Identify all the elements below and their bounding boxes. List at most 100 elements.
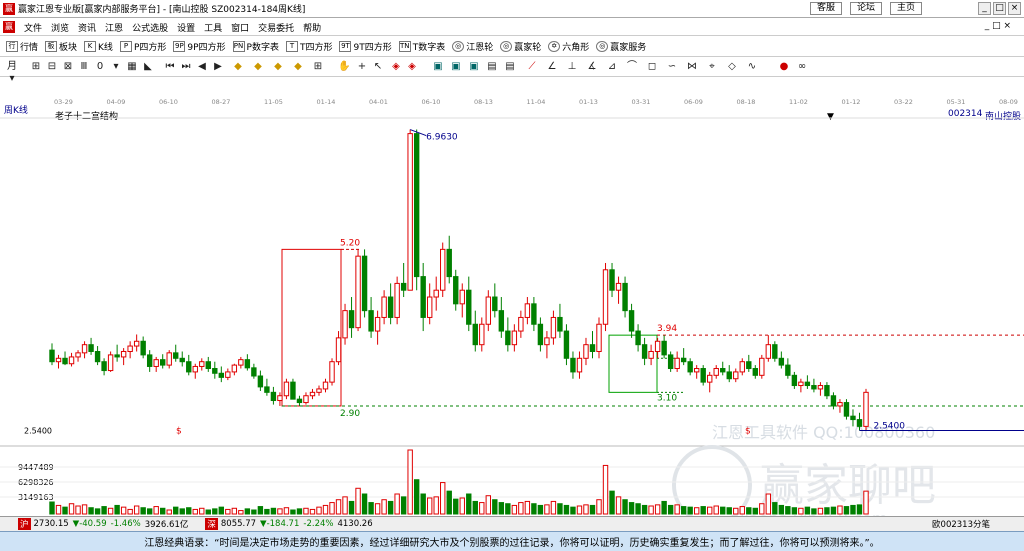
volume-bar (837, 505, 843, 515)
volume-bar (192, 508, 198, 515)
volume-bar (680, 506, 687, 515)
volume-bar (270, 507, 277, 515)
candle-body (205, 361, 211, 370)
volume-bar (335, 499, 342, 515)
candle-body (667, 354, 674, 370)
candle-body (785, 364, 791, 376)
volume-bar (674, 504, 680, 515)
candle-body (342, 310, 348, 339)
high-price-label: 6.9630 (426, 133, 458, 143)
volume-bar (283, 507, 290, 515)
volume-bar (68, 503, 75, 515)
volume-bar (81, 504, 88, 515)
candle-body (733, 371, 739, 380)
candle-body (49, 349, 55, 363)
candle-body (400, 282, 407, 291)
box1-top-label: 5.20 (340, 238, 360, 248)
candle-body (81, 344, 88, 354)
candle-body (720, 368, 726, 373)
volume-bar (531, 503, 537, 515)
volume-bar (609, 490, 615, 515)
volume-bar (485, 495, 492, 515)
dollar-marker-1: $ (176, 426, 182, 436)
volume-bar (570, 506, 576, 515)
volume-bar (778, 504, 785, 515)
candle-body (596, 323, 602, 352)
candle-body (661, 340, 667, 356)
volume-bar (850, 504, 856, 515)
candle-body (348, 310, 355, 329)
volume-bar (791, 507, 798, 515)
candle-body (635, 330, 641, 346)
volume-bar (114, 504, 120, 515)
candle-body (440, 248, 446, 291)
candle-body (127, 345, 133, 352)
volume-bar (576, 505, 583, 515)
candle-body (739, 361, 745, 373)
volume-bar (856, 504, 863, 515)
candle-body (498, 310, 505, 332)
volume-bar (212, 508, 218, 515)
sz-index-amount: 4130.26 (337, 519, 373, 529)
candle-body (68, 356, 75, 365)
volume-bar (511, 504, 518, 515)
candle-body (804, 381, 811, 387)
candle-body (316, 388, 322, 393)
volume-bar (94, 508, 101, 515)
volume-bar (420, 493, 426, 515)
candle-body (518, 316, 524, 332)
volume-bar (785, 506, 791, 515)
candle-body (589, 344, 596, 352)
candle-body (257, 375, 264, 388)
volume-bar (166, 509, 172, 515)
kline-chart[interactable]: 江恩工具软件 QQ:100800360赢家聊吧liaoba.vip369.com… (0, 0, 1024, 551)
volume-bar (133, 505, 140, 515)
candle-body (817, 385, 824, 390)
candle-body (407, 133, 413, 291)
sh-index-pct: -1.46% (110, 519, 141, 529)
candle-body (420, 276, 426, 318)
volume-bar (863, 490, 869, 515)
candle-body (270, 391, 277, 402)
candle-body (296, 398, 303, 404)
tick-detail-label[interactable]: 欧002313分笔 (932, 518, 990, 530)
volume-bar (635, 503, 641, 515)
volume-bar (426, 497, 433, 515)
candle-body (459, 289, 465, 305)
volume-bar (309, 508, 316, 515)
candle-body (62, 357, 68, 365)
candle-body (212, 368, 218, 374)
candle-body (550, 316, 557, 339)
candle-body (707, 374, 713, 383)
candle-body (231, 364, 238, 373)
candle-body (700, 368, 706, 383)
candle-body (394, 282, 400, 318)
candle-body (192, 365, 198, 373)
volume-bar (107, 507, 114, 515)
volume-bar (199, 507, 205, 515)
candle-body (446, 248, 452, 278)
candle-body (387, 296, 394, 318)
volume-bar (127, 508, 133, 515)
volume-bar (518, 502, 524, 515)
candle-body (583, 344, 589, 359)
candle-body (485, 296, 492, 325)
volume-bar (479, 502, 485, 515)
volume-bar (342, 496, 348, 515)
volume-bar (693, 507, 700, 515)
volume-bar (264, 508, 270, 515)
candle-body (335, 337, 342, 363)
volume-bar (355, 487, 361, 515)
volume-bar (687, 506, 693, 515)
volume-bar (407, 449, 413, 515)
candle-body (94, 350, 101, 363)
candle-body (772, 344, 778, 359)
candle-body (283, 381, 290, 397)
volume-bar (316, 506, 322, 515)
volume-bar (492, 499, 498, 515)
volume-bar (296, 508, 303, 515)
volume-bar (303, 507, 309, 515)
candle-body (173, 352, 179, 359)
candle-body (186, 361, 192, 373)
candle-body (101, 361, 107, 372)
